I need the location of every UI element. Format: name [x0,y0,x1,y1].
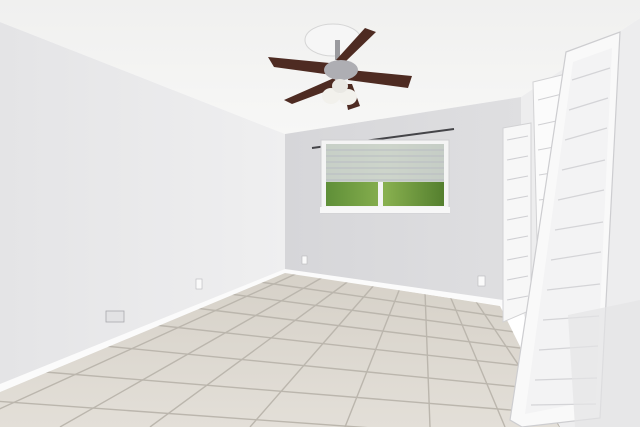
window-sill [320,207,450,213]
fan-motor-housing [324,60,358,80]
window-mullion [378,182,383,207]
fan-light-globe [332,79,348,93]
window [311,128,455,214]
wall-vent [105,310,125,323]
wall-outlet [301,255,308,265]
door-shadow [568,300,640,427]
room-photo [0,0,640,427]
wall-outlet [477,275,486,287]
closet-door-panel [502,122,532,323]
wall-outlet [195,278,203,290]
